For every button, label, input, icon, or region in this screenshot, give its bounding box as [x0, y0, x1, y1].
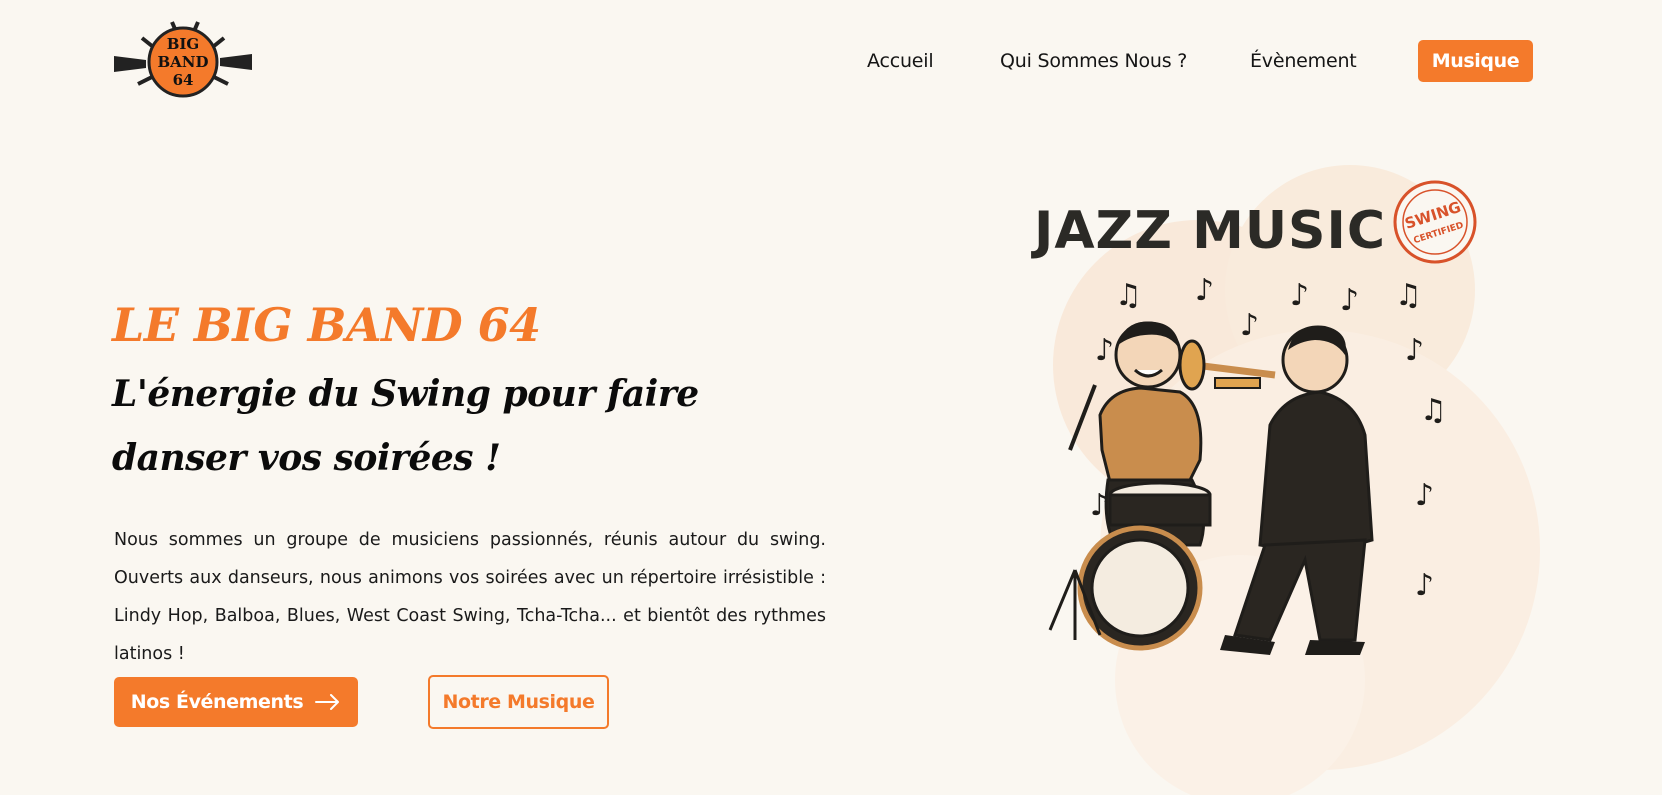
svg-text:♪: ♪	[1415, 568, 1434, 603]
nav-link-accueil[interactable]: Accueil	[867, 40, 934, 82]
events-button-label: Nos Événements	[130, 691, 304, 713]
nav-button-musique[interactable]: Musique	[1418, 40, 1533, 82]
svg-text:♫: ♫	[1395, 278, 1422, 313]
jazz-music-headline: JAZZ MUSIC	[1031, 201, 1386, 261]
main-nav: Accueil Qui Sommes Nous ? Évènement Musi…	[0, 40, 1662, 82]
svg-text:♪: ♪	[1340, 283, 1359, 318]
svg-text:♫: ♫	[1420, 393, 1447, 428]
svg-text:♪: ♪	[1290, 278, 1309, 313]
hero-subtitle: L'énergie du Swing pour faire danser vos…	[112, 373, 699, 479]
svg-text:♪: ♪	[1095, 333, 1114, 368]
svg-text:♪: ♪	[1240, 308, 1259, 343]
hero-description: Nous sommes un groupe de musiciens passi…	[114, 530, 826, 664]
svg-text:♪: ♪	[1405, 333, 1424, 368]
swing-certified-badge: SWING CERTIFIED	[1393, 180, 1477, 264]
arrow-right-icon	[315, 694, 340, 710]
music-button[interactable]: Notre Musique	[428, 675, 609, 729]
jazz-illustration: JAZZ MUSIC SWING CERTIFIED ♫ ♪ ♪ ♪ ♪ ♫ ♪…	[1020, 160, 1662, 795]
events-button[interactable]: Nos Événements	[114, 677, 358, 727]
nav-link-evenement[interactable]: Évènement	[1250, 40, 1357, 82]
svg-text:♪: ♪	[1195, 273, 1214, 308]
hero-title: LE BIG BAND 64	[112, 298, 541, 352]
nav-link-qui-sommes-nous[interactable]: Qui Sommes Nous ?	[1000, 40, 1187, 82]
svg-text:♪: ♪	[1415, 478, 1434, 513]
svg-text:♫: ♫	[1115, 278, 1142, 313]
